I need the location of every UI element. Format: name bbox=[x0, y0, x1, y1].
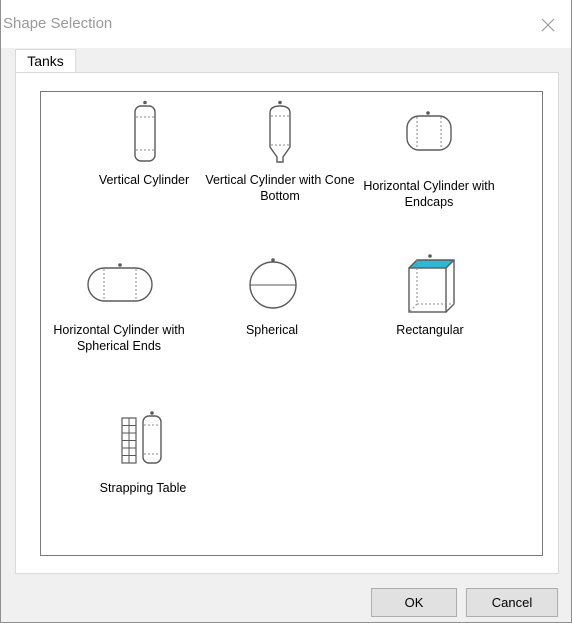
ok-button[interactable]: OK bbox=[371, 588, 457, 617]
title-bar: Shape Selection bbox=[1, 0, 571, 48]
shape-label: Rectangular bbox=[396, 323, 464, 337]
shape-item-strapping-table[interactable]: Strapping Table bbox=[67, 410, 219, 500]
shape-item-rectangular[interactable]: Rectangular bbox=[354, 254, 506, 344]
horizontal-cylinder-spherical-ends-icon bbox=[87, 263, 153, 302]
window-title: Shape Selection bbox=[3, 15, 113, 32]
shape-item-horizontal-cylinder-spherical-ends[interactable]: Horizontal Cylinder with Spherical Ends bbox=[43, 262, 195, 362]
vertical-cylinder-icon bbox=[134, 100, 156, 162]
spherical-icon bbox=[249, 258, 297, 309]
shape-label: Horizontal Cylinder with Endcaps bbox=[363, 179, 495, 209]
shape-label: Spherical bbox=[245, 323, 299, 337]
rectangular-icon bbox=[408, 254, 455, 313]
shape-list: Vertical Cylinder Vertical Cylinder with… bbox=[40, 91, 543, 556]
shape-label: Strapping Table bbox=[99, 481, 187, 495]
horizontal-cylinder-endcaps-icon bbox=[406, 111, 452, 151]
shape-label: Vertical Cylinder with Cone Bottom bbox=[205, 173, 355, 203]
shape-item-vertical-cylinder[interactable]: Vertical Cylinder bbox=[68, 99, 220, 199]
shape-label: Vertical Cylinder bbox=[98, 173, 190, 187]
close-button[interactable] bbox=[533, 10, 563, 40]
vertical-cylinder-cone-bottom-icon bbox=[269, 100, 291, 163]
close-icon bbox=[541, 18, 555, 32]
cancel-button[interactable]: Cancel bbox=[466, 588, 558, 617]
shape-selection-dialog: Shape Selection Tanks Vertical Cylinder bbox=[0, 0, 572, 623]
shape-label: Horizontal Cylinder with Spherical Ends bbox=[53, 323, 185, 353]
tab-tanks[interactable]: Tanks bbox=[15, 49, 76, 73]
strapping-table-icon bbox=[121, 411, 162, 464]
shape-item-spherical[interactable]: Spherical bbox=[196, 257, 348, 347]
tab-label: Tanks bbox=[27, 53, 64, 69]
shape-item-horizontal-cylinder-endcaps[interactable]: Horizontal Cylinder with Endcaps bbox=[353, 99, 505, 209]
shape-item-vertical-cylinder-cone-bottom[interactable]: Vertical Cylinder with Cone Bottom bbox=[204, 99, 356, 209]
